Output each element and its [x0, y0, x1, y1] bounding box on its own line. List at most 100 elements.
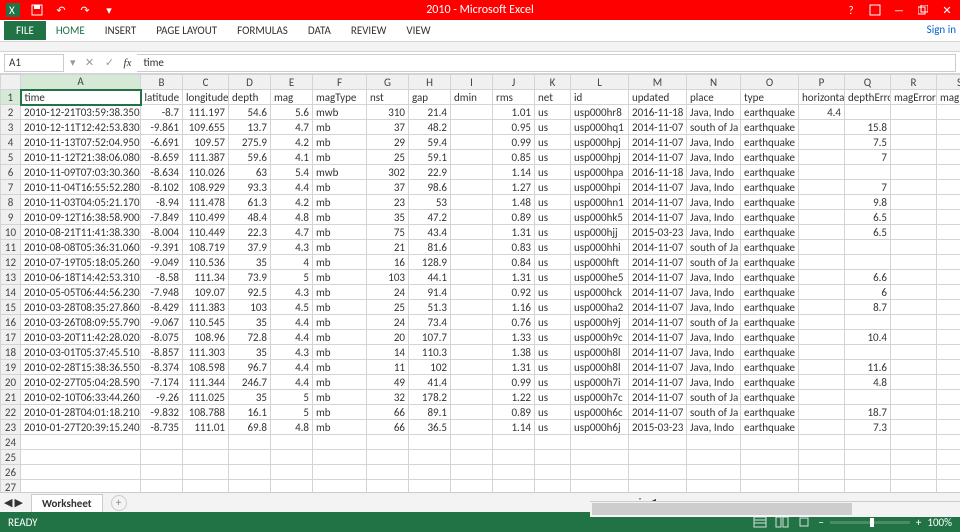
name-box[interactable]: A1 — [4, 54, 64, 72]
cell[interactable]: magNst — [937, 90, 960, 105]
cell[interactable]: -8.735 — [141, 420, 183, 435]
cell[interactable]: 108.788 — [183, 405, 229, 420]
cell[interactable]: earthquake — [741, 165, 799, 180]
cell[interactable] — [451, 225, 493, 240]
cell[interactable] — [891, 405, 937, 420]
cell[interactable] — [183, 435, 229, 450]
cell[interactable]: -8.004 — [141, 225, 183, 240]
cell[interactable]: magType — [313, 90, 367, 105]
cell[interactable]: Java, Indo — [687, 150, 741, 165]
cell[interactable]: 128.9 — [409, 255, 451, 270]
cell[interactable]: 16 — [367, 255, 409, 270]
cell[interactable] — [937, 435, 960, 450]
cell[interactable]: 3 — [937, 210, 960, 225]
cell[interactable]: earthquake — [741, 420, 799, 435]
cell[interactable]: usp000he5 — [571, 270, 629, 285]
cell[interactable]: 48.4 — [229, 210, 271, 225]
cell[interactable]: 4.7 — [271, 120, 313, 135]
cell[interactable]: 1.48 — [493, 195, 535, 210]
cell[interactable]: 11 — [367, 360, 409, 375]
cell[interactable] — [271, 465, 313, 480]
cell[interactable]: 2010-02-28T15:38:36.550Z — [21, 360, 141, 375]
row-header[interactable]: 20 — [1, 375, 21, 390]
cell[interactable]: Java, Indo — [687, 285, 741, 300]
cell[interactable]: magError — [891, 90, 937, 105]
row-header[interactable]: 23 — [1, 420, 21, 435]
column-header[interactable]: C — [183, 75, 229, 90]
cell[interactable]: 0.84 — [493, 255, 535, 270]
cell[interactable]: 53 — [409, 195, 451, 210]
zoom-in-button[interactable]: + — [916, 516, 921, 529]
cell[interactable] — [799, 390, 845, 405]
cell[interactable]: mb — [313, 120, 367, 135]
cell[interactable] — [845, 435, 891, 450]
tab-formulas[interactable]: FORMULAS — [227, 21, 298, 40]
cell[interactable] — [493, 480, 535, 493]
cell[interactable]: 1.33 — [493, 330, 535, 345]
column-header[interactable]: B — [141, 75, 183, 90]
cell[interactable]: 0.89 — [493, 210, 535, 225]
cell[interactable]: -9.067 — [141, 315, 183, 330]
cell[interactable]: 6.5 — [845, 225, 891, 240]
cell[interactable]: 32 — [367, 390, 409, 405]
cell[interactable] — [799, 450, 845, 465]
sheet-nav-next-icon[interactable]: ▶ — [14, 496, 22, 509]
cell[interactable] — [799, 465, 845, 480]
cell[interactable]: 4.7 — [271, 225, 313, 240]
worksheet-grid[interactable]: ABCDEFGHIJKLMNOPQRS 1timelatitudelongitu… — [0, 74, 960, 492]
column-header[interactable]: G — [367, 75, 409, 90]
undo-icon[interactable]: ↶ — [52, 1, 70, 19]
cell[interactable]: 2014-11-07 — [629, 285, 687, 300]
cell[interactable] — [799, 120, 845, 135]
cell[interactable]: 2010-11-09T07:03:30.360Z — [21, 165, 141, 180]
cell[interactable]: 4 — [937, 300, 960, 315]
cell[interactable]: us — [535, 315, 571, 330]
cell[interactable]: mb — [313, 285, 367, 300]
cell[interactable]: 9.8 — [845, 195, 891, 210]
column-header[interactable]: O — [741, 75, 799, 90]
cell[interactable] — [799, 255, 845, 270]
cell[interactable] — [845, 390, 891, 405]
cell[interactable]: 4.2 — [271, 135, 313, 150]
cell[interactable]: longitude — [183, 90, 229, 105]
cell[interactable]: 2010-03-28T08:35:27.860Z — [21, 300, 141, 315]
cell[interactable]: 7 — [845, 150, 891, 165]
tab-view[interactable]: VIEW — [396, 21, 440, 40]
cell[interactable] — [409, 465, 451, 480]
cell[interactable]: 2014-11-07 — [629, 195, 687, 210]
cell[interactable]: south of Ja — [687, 315, 741, 330]
row-header[interactable]: 3 — [1, 120, 21, 135]
cell[interactable]: 61.3 — [229, 195, 271, 210]
cell[interactable] — [845, 345, 891, 360]
cell[interactable] — [493, 465, 535, 480]
cell[interactable] — [451, 270, 493, 285]
cell[interactable] — [313, 465, 367, 480]
cell[interactable]: us — [535, 300, 571, 315]
cell[interactable]: usp000h6j — [571, 420, 629, 435]
cell[interactable]: 2014-11-07 — [629, 150, 687, 165]
cell[interactable]: usp000hk5 — [571, 210, 629, 225]
formula-input[interactable]: time — [137, 54, 956, 72]
cell[interactable]: 108.96 — [183, 330, 229, 345]
cell[interactable] — [845, 465, 891, 480]
cell[interactable]: south of Ja — [687, 390, 741, 405]
row-header[interactable]: 16 — [1, 315, 21, 330]
cell[interactable]: 89.1 — [409, 405, 451, 420]
cell[interactable]: usp000h6c — [571, 405, 629, 420]
cell[interactable]: usp000h9j — [571, 315, 629, 330]
cell[interactable]: earthquake — [741, 195, 799, 210]
cell[interactable]: 66 — [367, 420, 409, 435]
cell[interactable]: 2014-11-07 — [629, 390, 687, 405]
cell[interactable]: 110.536 — [183, 255, 229, 270]
cell[interactable]: 10.4 — [845, 330, 891, 345]
cell[interactable]: 66 — [367, 405, 409, 420]
column-header[interactable]: Q — [845, 75, 891, 90]
cell[interactable] — [937, 450, 960, 465]
cell[interactable]: 246.7 — [229, 375, 271, 390]
cell[interactable]: 1.38 — [493, 345, 535, 360]
cell[interactable]: 2010-03-20T11:42:28.020Z — [21, 330, 141, 345]
column-header[interactable]: A — [21, 75, 141, 90]
cell[interactable]: -9.26 — [141, 390, 183, 405]
row-header[interactable]: 13 — [1, 270, 21, 285]
cell[interactable]: 2010-08-21T11:41:38.330Z — [21, 225, 141, 240]
